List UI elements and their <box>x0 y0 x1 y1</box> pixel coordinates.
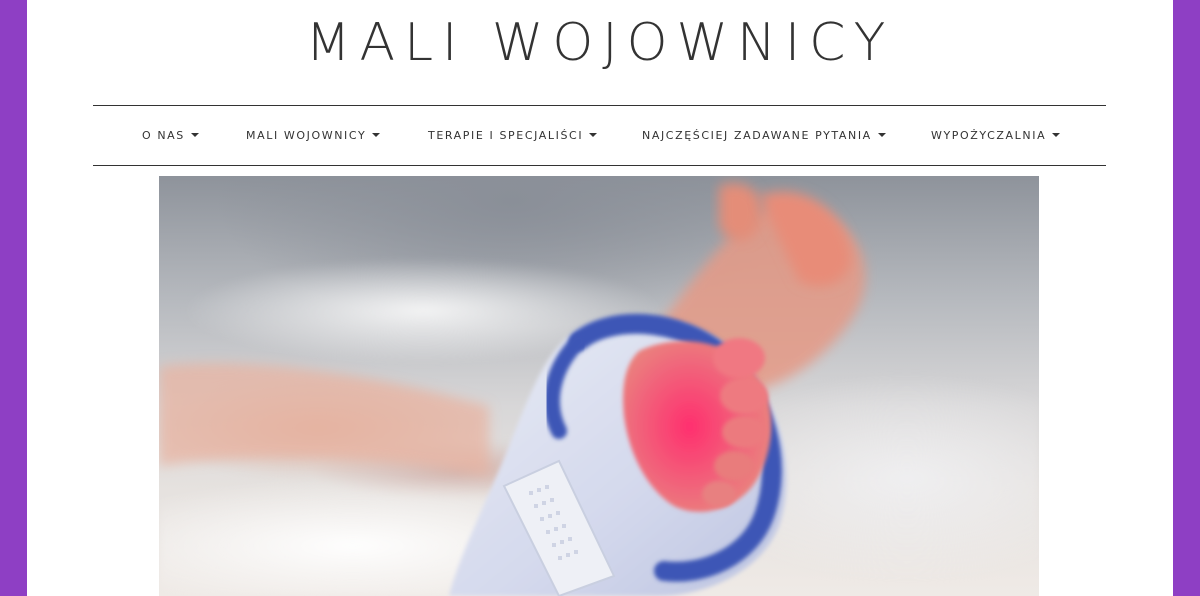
nav-item-terapie[interactable]: TERAPIE I SPECJALIŚCI <box>428 106 598 165</box>
nav-item-wypozyczalnia[interactable]: WYPOŻYCZALNIA <box>931 106 1061 165</box>
caret-down-icon <box>1052 133 1061 137</box>
nav-item-faq[interactable]: NAJCZĘŚCIEJ ZADAWANE PYTANIA <box>642 106 886 165</box>
hero-image <box>159 176 1039 596</box>
caret-down-icon <box>372 133 381 137</box>
nav-item-label: TERAPIE I SPECJALIŚCI <box>428 129 584 142</box>
main-navigation: O NAS MALI WOJOWNICY TERAPIE I SPECJALIŚ… <box>93 105 1106 166</box>
baby-foot-illustration <box>159 183 866 596</box>
caret-down-icon <box>190 133 199 137</box>
caret-down-icon <box>589 133 598 137</box>
nav-item-o-nas[interactable]: O NAS <box>142 106 199 165</box>
nav-item-mali-wojownicy[interactable]: MALI WOJOWNICY <box>246 106 381 165</box>
nav-item-label: MALI WOJOWNICY <box>246 129 367 142</box>
nav-item-label: O NAS <box>142 129 185 142</box>
site-title[interactable]: MALI WOJOWNICY <box>27 8 1173 78</box>
site-title-text[interactable]: MALI WOJOWNICY <box>306 13 895 73</box>
nav-item-label: WYPOŻYCZALNIA <box>931 129 1047 142</box>
caret-down-icon <box>877 133 886 137</box>
nav-item-label: NAJCZĘŚCIEJ ZADAWANE PYTANIA <box>642 129 872 142</box>
page-container: MALI WOJOWNICY O NAS MALI WOJOWNICY TERA… <box>27 0 1173 596</box>
